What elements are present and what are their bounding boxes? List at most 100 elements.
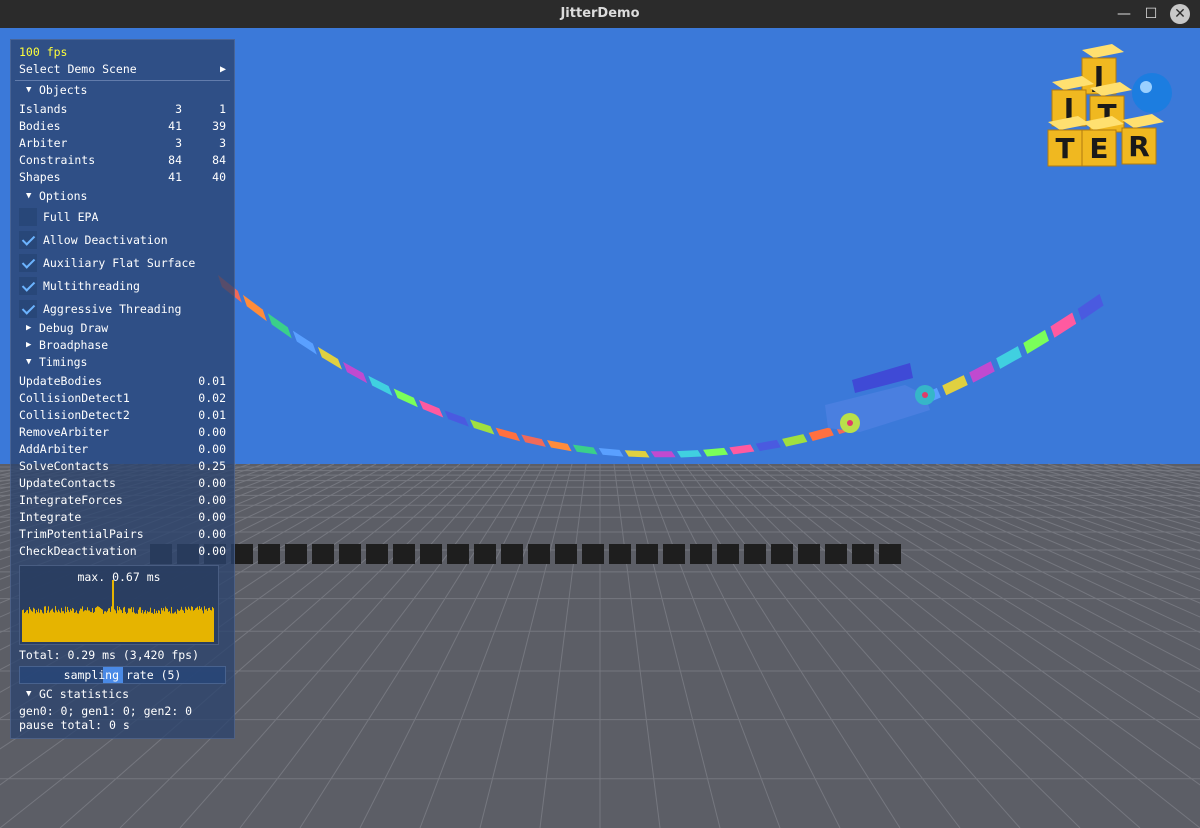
logo-letter: T bbox=[1055, 132, 1074, 165]
maximize-button[interactable]: ☐ bbox=[1141, 4, 1161, 24]
objects-row-label: Shapes bbox=[19, 170, 61, 184]
plot-bar bbox=[169, 611, 170, 642]
plot-bar bbox=[203, 613, 204, 642]
plot-bar bbox=[177, 609, 178, 642]
plot-bar bbox=[192, 606, 193, 642]
plot-bar bbox=[149, 611, 150, 642]
timing-row-label: UpdateContacts bbox=[19, 476, 116, 490]
timing-row-trimpotentialpairs: TrimPotentialPairs 0.00 bbox=[19, 526, 226, 543]
timings-header[interactable]: ▼ Timings bbox=[11, 354, 234, 371]
plot-bar bbox=[87, 607, 88, 642]
timing-row-value: 0.01 bbox=[198, 408, 226, 422]
sampling-rate-slider[interactable]: sampling rate (5) bbox=[19, 666, 226, 684]
option-label: Auxiliary Flat Surface bbox=[43, 256, 196, 270]
plot-bar bbox=[44, 606, 45, 642]
plot-bar bbox=[91, 612, 92, 642]
plot-bar bbox=[67, 606, 68, 642]
plot-max-label: max. 0.67 ms bbox=[77, 570, 161, 584]
plot-bar bbox=[54, 612, 55, 642]
shadow-segment bbox=[393, 544, 415, 564]
plot-bar bbox=[43, 613, 44, 642]
window-title: JitterDemo bbox=[560, 6, 640, 21]
plot-bar bbox=[65, 606, 66, 642]
plot-bar bbox=[188, 606, 189, 642]
plot-bar bbox=[137, 613, 138, 642]
close-button[interactable]: ✕ bbox=[1170, 4, 1190, 24]
objects-header[interactable]: ▼ Objects bbox=[11, 82, 234, 99]
gc-statistics-header[interactable]: ▼ GC statistics bbox=[11, 686, 234, 703]
timing-row-value: 0.00 bbox=[198, 510, 226, 524]
objects-row-value-active: 84 bbox=[212, 153, 226, 167]
plot-bar bbox=[51, 609, 52, 642]
debug-panel: 100 fps Select Demo Scene ▶ ▼ Objects Is… bbox=[10, 39, 235, 739]
plot-bar bbox=[26, 610, 27, 642]
plot-bar bbox=[186, 608, 187, 642]
plot-bar bbox=[92, 608, 93, 642]
plot-bar bbox=[201, 607, 202, 642]
plot-bar bbox=[50, 610, 51, 642]
objects-header-label: Objects bbox=[39, 83, 88, 97]
gc-generations: gen0: 0; gen1: 0; gen2: 0 bbox=[19, 704, 193, 718]
plot-bar bbox=[157, 613, 158, 642]
objects-row-label: Arbiter bbox=[19, 136, 68, 150]
plot-bar bbox=[198, 609, 199, 642]
plot-bar bbox=[94, 611, 95, 642]
plot-bar bbox=[125, 611, 126, 642]
shadow-segment bbox=[366, 544, 388, 564]
plot-bar bbox=[176, 613, 177, 642]
plot-bar bbox=[166, 608, 167, 642]
plot-bar bbox=[204, 606, 205, 642]
plot-bar bbox=[155, 613, 156, 642]
expand-arrow-icon: ▶ bbox=[26, 323, 32, 333]
checkbox[interactable] bbox=[19, 231, 37, 249]
plot-bar bbox=[109, 608, 110, 642]
select-demo-scene-label: Select Demo Scene bbox=[19, 62, 137, 76]
debug-draw-header[interactable]: ▶ Debug Draw bbox=[11, 320, 234, 337]
options-header[interactable]: ▼ Options bbox=[11, 188, 234, 205]
shadow-segment bbox=[609, 544, 631, 564]
timing-row-solvecontacts: SolveContacts 0.25 bbox=[19, 458, 226, 475]
plot-bar bbox=[101, 608, 102, 642]
plot-bar bbox=[131, 607, 132, 642]
plot-bar bbox=[133, 607, 134, 642]
objects-row-islands: Islands 3 1 bbox=[19, 101, 226, 118]
plot-bar bbox=[152, 612, 153, 642]
plot-bar bbox=[82, 606, 83, 642]
plot-bar bbox=[147, 611, 148, 642]
timing-row-collisiondetect2: CollisionDetect2 0.01 bbox=[19, 407, 226, 424]
plot-bar bbox=[27, 609, 28, 642]
plot-bar bbox=[162, 610, 163, 642]
plot-bar bbox=[46, 613, 47, 642]
plot-bar bbox=[172, 613, 173, 642]
plot-bar bbox=[106, 612, 107, 642]
checkbox[interactable] bbox=[19, 277, 37, 295]
plot-bar bbox=[197, 606, 198, 642]
timing-row-value: 0.00 bbox=[198, 493, 226, 507]
plot-bar bbox=[150, 607, 151, 642]
plot-bar bbox=[205, 609, 206, 642]
plot-bar bbox=[207, 610, 208, 642]
plot-bar bbox=[171, 606, 172, 642]
shadow-segment bbox=[339, 544, 361, 564]
plot-bar bbox=[68, 610, 69, 642]
plot-bar bbox=[48, 606, 49, 642]
plot-bar bbox=[81, 608, 82, 642]
timing-row-label: TrimPotentialPairs bbox=[19, 527, 144, 541]
plot-bar bbox=[61, 607, 62, 642]
plot-bar bbox=[71, 610, 72, 642]
plot-bar bbox=[52, 608, 53, 642]
checkbox[interactable] bbox=[19, 300, 37, 318]
checkbox[interactable] bbox=[19, 254, 37, 272]
select-demo-scene-menu[interactable]: Select Demo Scene ▶ bbox=[19, 61, 226, 78]
broadphase-header[interactable]: ▶ Broadphase bbox=[11, 337, 234, 354]
plot-bar bbox=[104, 611, 105, 642]
checkbox[interactable] bbox=[19, 208, 37, 226]
minimize-button[interactable]: — bbox=[1114, 4, 1134, 24]
objects-row-constraints: Constraints 84 84 bbox=[19, 152, 226, 169]
plot-bar bbox=[95, 607, 96, 642]
shadow-segment bbox=[717, 544, 739, 564]
shadow-segment bbox=[744, 544, 766, 564]
option-label: Allow Deactivation bbox=[43, 233, 168, 247]
plot-bar bbox=[56, 610, 57, 642]
plot-bar bbox=[102, 609, 103, 642]
